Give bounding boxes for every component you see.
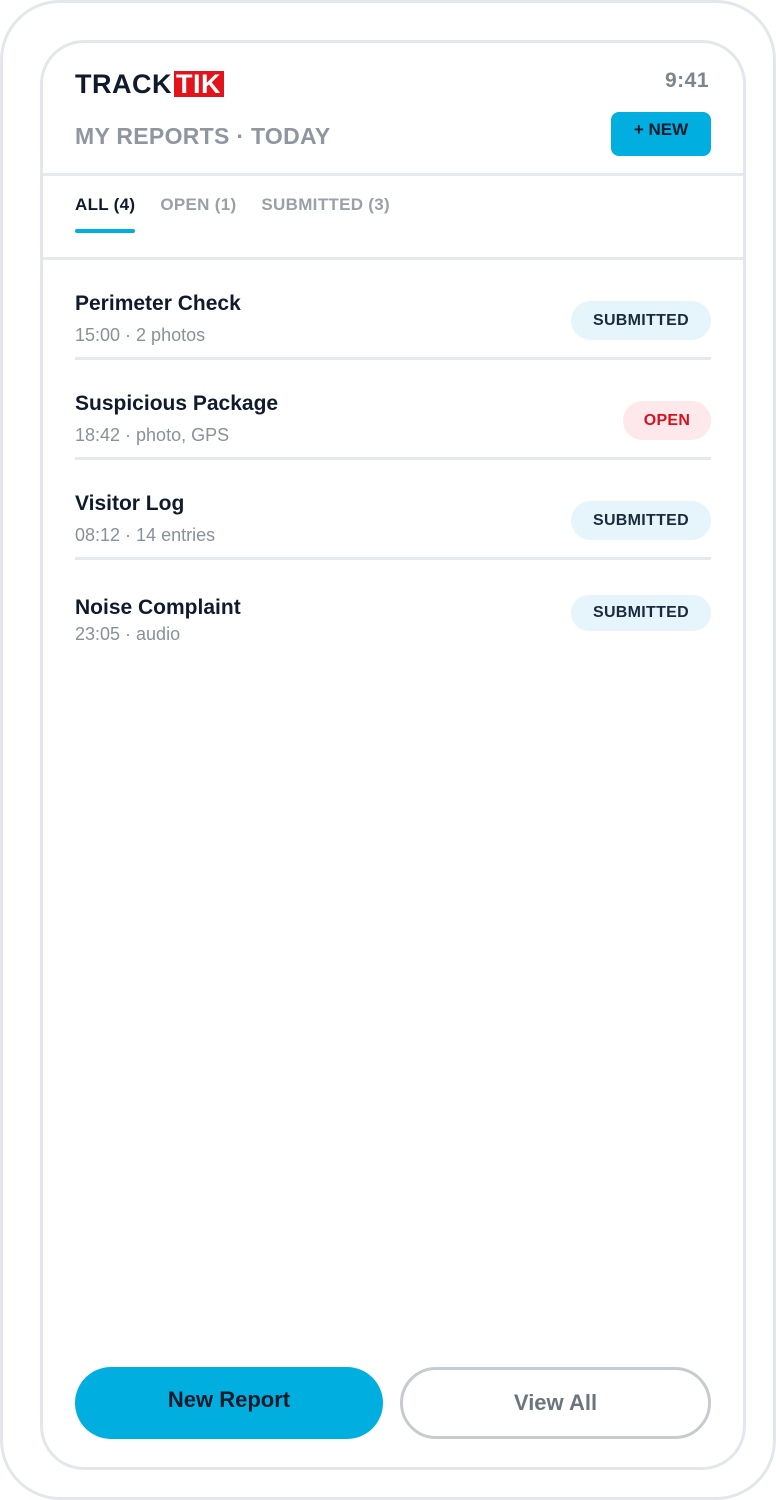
status-badge: OPEN — [623, 401, 711, 440]
tab-submitted[interactable]: SUBMITTED (3) — [261, 195, 390, 233]
logo-tik-text: TIK — [174, 71, 224, 98]
logo-track-text: TRACK — [75, 69, 172, 99]
status-badge: SUBMITTED — [571, 301, 711, 340]
report-title: Suspicious Package — [75, 392, 279, 415]
list-item[interactable]: Visitor Log 08:12 · 14 entries SUBMITTED — [75, 460, 711, 560]
app-screen: TRACK TIK 9:41 MY REPORTS · TODAY + NEW … — [40, 40, 746, 1470]
tab-open[interactable]: OPEN (1) — [160, 195, 236, 233]
report-title: Perimeter Check — [75, 292, 241, 315]
report-meta: 08:12 · 14 entries — [75, 525, 216, 545]
view-all-button[interactable]: View All — [400, 1367, 711, 1439]
list-item[interactable]: Suspicious Package 18:42 · photo, GPS OP… — [75, 360, 711, 460]
device-frame: TRACK TIK 9:41 MY REPORTS · TODAY + NEW … — [0, 0, 776, 1500]
report-title: Noise Complaint — [75, 596, 241, 619]
status-badge: SUBMITTED — [571, 501, 711, 540]
report-meta: 18:42 · photo, GPS — [75, 425, 230, 445]
status-clock: 9:41 — [664, 69, 709, 92]
status-badge: SUBMITTED — [571, 595, 711, 631]
report-meta: 23:05 · audio — [75, 624, 181, 644]
list-item[interactable]: Perimeter Check 15:00 · 2 photos SUBMITT… — [75, 260, 711, 360]
list-item[interactable]: Noise Complaint 23:05 · audio SUBMITTED — [75, 560, 711, 660]
report-title: Visitor Log — [75, 492, 185, 515]
report-filter-tabs: ALL (4) OPEN (1) SUBMITTED (3) — [75, 195, 415, 233]
header-divider — [43, 173, 743, 176]
tracktik-logo: TRACK TIK — [75, 70, 224, 98]
report-meta: 15:00 · 2 photos — [75, 325, 206, 345]
new-report-primary-button[interactable]: New Report — [75, 1367, 383, 1439]
tab-all[interactable]: ALL (4) — [75, 195, 136, 233]
new-report-button[interactable]: + NEW — [611, 112, 711, 156]
page-title: MY REPORTS · TODAY — [75, 123, 331, 149]
report-list: Perimeter Check 15:00 · 2 photos SUBMITT… — [75, 260, 711, 660]
